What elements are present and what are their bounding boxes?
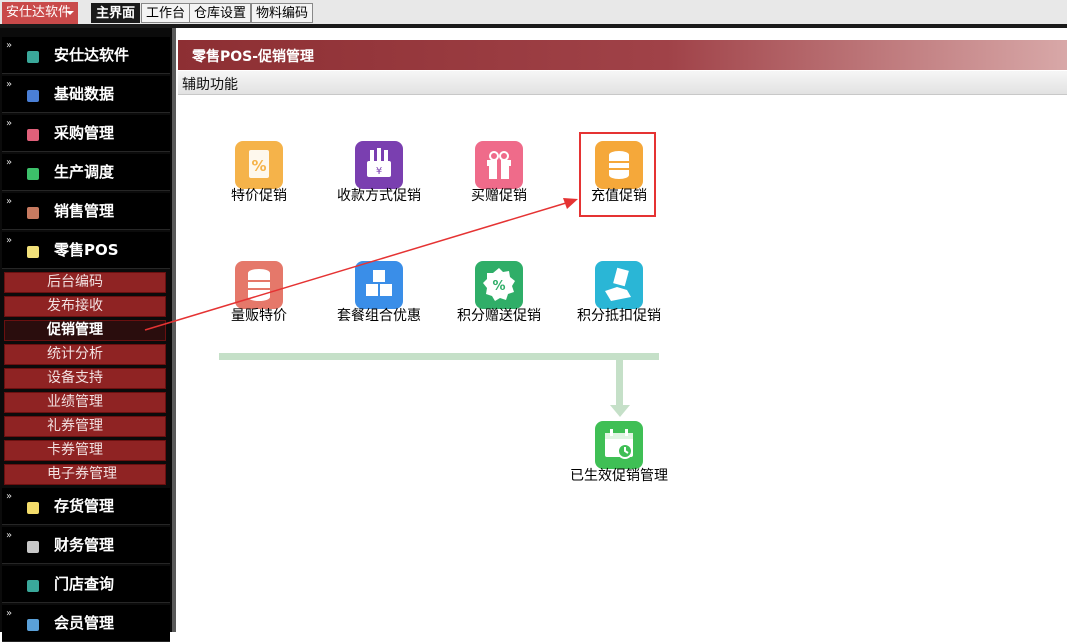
yellow-square-icon	[27, 502, 39, 514]
hand-money-icon	[595, 261, 643, 309]
double-chevron-right-icon: »	[6, 79, 13, 90]
function-label: 量贩特价	[231, 308, 287, 324]
coins-icon	[595, 141, 643, 189]
tab-warehouse-settings[interactable]: 仓库设置	[189, 3, 252, 23]
teal-square-icon	[27, 580, 39, 592]
sidebar-item-basic-data[interactable]: » 基础数据	[2, 76, 170, 113]
svg-text:¥: ¥	[376, 166, 382, 177]
page-title-bar: 零售POS-促销管理	[178, 40, 1067, 70]
sidebar-subitem-e-coupon[interactable]: 电子券管理	[4, 464, 166, 485]
cash-register-icon: ¥	[355, 141, 403, 189]
double-chevron-right-icon: »	[6, 40, 13, 51]
svg-text:%: %	[251, 157, 266, 175]
tab-main[interactable]: 主界面	[91, 3, 141, 23]
double-chevron-right-icon: »	[6, 530, 13, 541]
tab-workbench[interactable]: 工作台	[141, 3, 191, 23]
function-label: 积分抵扣促销	[577, 308, 661, 324]
sidebar-item-label: 生产调度	[54, 163, 115, 181]
sidebar-item-store-query[interactable]: 门店查询	[2, 566, 170, 603]
function-label: 收款方式促销	[337, 188, 421, 204]
double-chevron-right-icon: »	[6, 118, 13, 129]
sidebar-item-label: 存货管理	[54, 497, 115, 515]
sidebar-item-inventory[interactable]: » 存货管理	[2, 488, 170, 525]
flow-connector-stem	[616, 360, 623, 405]
page-title: 零售POS-促销管理	[192, 49, 315, 65]
aux-functions-label[interactable]: 辅助功能	[182, 74, 238, 94]
sidebar-item-finance[interactable]: » 财务管理	[2, 527, 170, 564]
sidebar-item-purchase[interactable]: » 采购管理	[2, 115, 170, 152]
function-label: 套餐组合优惠	[337, 308, 421, 324]
sidebar-subitem-gift-coupon[interactable]: 礼券管理	[4, 416, 166, 437]
pink-square-icon	[27, 129, 39, 141]
sidebar: » 安仕达软件 » 基础数据 » 采购管理 » 生产调度 » 销售管理 » 零售…	[0, 28, 176, 642]
teal-square-icon	[27, 51, 39, 63]
brown-square-icon	[27, 207, 39, 219]
sidebar-subitem-publish-receive[interactable]: 发布接收	[4, 296, 166, 317]
aux-toolbar: 辅助功能	[178, 71, 1067, 95]
sidebar-subitem-card-coupon[interactable]: 卡券管理	[4, 440, 166, 461]
top-bar: 安仕达软件 主界面 工作台 仓库设置 物料编码	[0, 0, 1067, 26]
tab-material-code[interactable]: 物料编码	[251, 3, 314, 23]
calendar-clock-icon	[595, 421, 643, 469]
function-label: 买赠促销	[471, 188, 527, 204]
blue-square-icon	[27, 90, 39, 102]
sidebar-item-members[interactable]: » 会员管理	[2, 605, 170, 642]
yellow-square-icon	[27, 246, 39, 258]
sidebar-item-anshida[interactable]: » 安仕达软件	[2, 37, 170, 74]
double-chevron-right-icon: »	[6, 157, 13, 168]
sidebar-item-label: 安仕达软件	[54, 46, 130, 64]
app-menu-button[interactable]: 安仕达软件	[2, 2, 78, 24]
sidebar-item-label: 销售管理	[54, 202, 115, 220]
function-label: 已生效促销管理	[570, 468, 668, 484]
sidebar-subitem-backend-code[interactable]: 后台编码	[4, 272, 166, 293]
double-chevron-right-icon: »	[6, 608, 13, 619]
sidebar-item-label: 采购管理	[54, 124, 115, 142]
function-label: 充值促销	[591, 188, 647, 204]
sidebar-item-label: 门店查询	[54, 575, 115, 593]
sidebar-item-retail-pos[interactable]: » 零售POS	[2, 232, 170, 269]
sidebar-item-label: 会员管理	[54, 614, 115, 632]
percent-document-icon: %	[235, 141, 283, 189]
cubes-icon	[355, 261, 403, 309]
database-icon	[235, 261, 283, 309]
flow-connector-bar	[219, 353, 659, 360]
sidebar-item-sales[interactable]: » 销售管理	[2, 193, 170, 230]
app-menu-label: 安仕达软件	[6, 5, 72, 20]
gift-icon	[475, 141, 523, 189]
function-label: 积分赠送促销	[457, 308, 541, 324]
sidebar-subitem-device-support[interactable]: 设备支持	[4, 368, 166, 389]
arrow-down-icon	[610, 405, 630, 417]
caret-down-icon	[66, 11, 74, 15]
double-chevron-down-icon: »	[6, 235, 13, 246]
function-label: 特价促销	[231, 188, 287, 204]
gray-square-icon	[27, 541, 39, 553]
sidebar-subitem-performance[interactable]: 业绩管理	[4, 392, 166, 413]
sidebar-item-label: 零售POS	[54, 241, 119, 259]
green-square-icon	[27, 168, 39, 180]
double-chevron-right-icon: »	[6, 196, 13, 207]
sidebar-item-production[interactable]: » 生产调度	[2, 154, 170, 191]
sidebar-subitem-statistics[interactable]: 统计分析	[4, 344, 166, 365]
sidebar-item-label: 财务管理	[54, 536, 115, 554]
percent-badge-icon: %	[475, 261, 523, 309]
sidebar-subitem-promotion[interactable]: 促销管理	[4, 320, 166, 341]
blue-square-icon	[27, 619, 39, 631]
double-chevron-right-icon: »	[6, 491, 13, 502]
svg-text:%: %	[492, 279, 505, 294]
sidebar-item-label: 基础数据	[54, 85, 115, 103]
